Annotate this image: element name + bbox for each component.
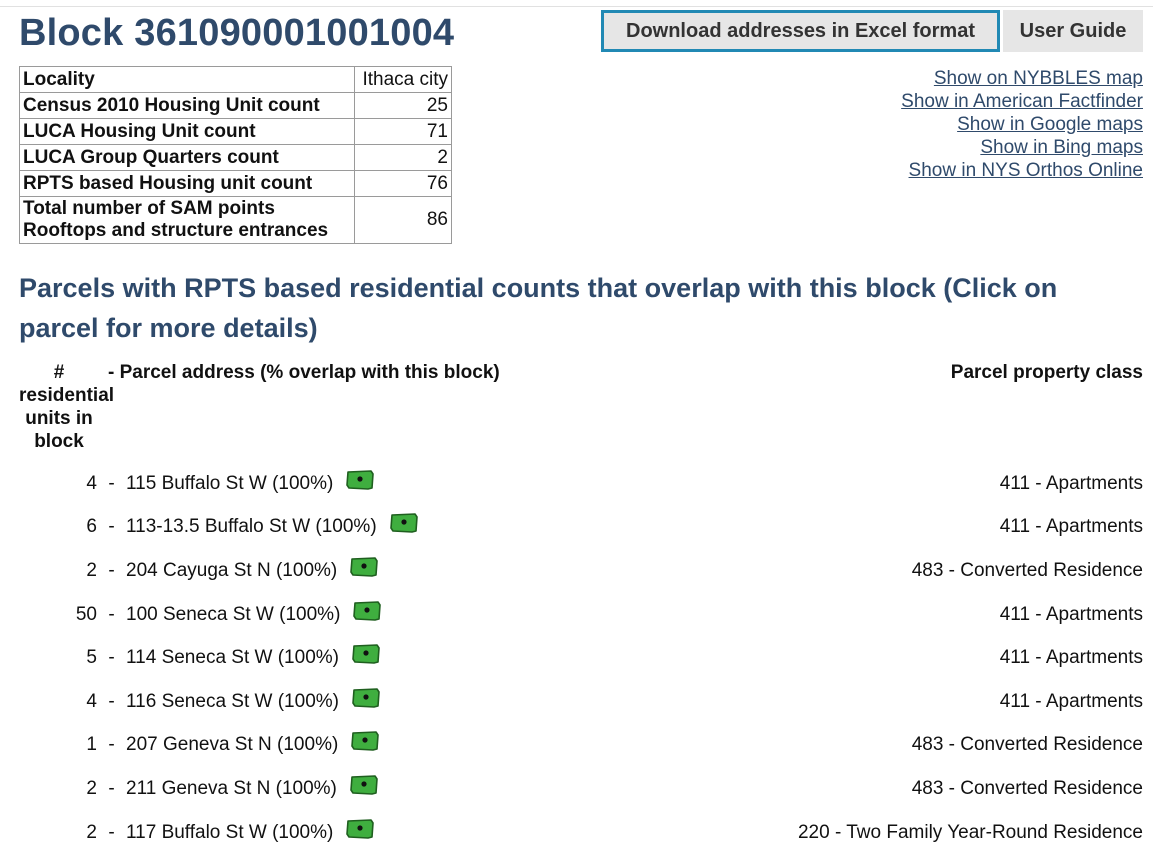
summary-row: Total number of SAM points Rooftops and … xyxy=(19,196,452,244)
parcel-address[interactable]: 113-13.5 Buffalo St W (100%) xyxy=(126,516,377,538)
parcel-property-class: 411 - Apartments xyxy=(999,647,1143,669)
column-header-line: units in xyxy=(25,408,93,429)
summary-value: Ithaca city xyxy=(354,66,452,93)
parcel-address[interactable]: 116 Seneca St W (100%) xyxy=(126,691,339,713)
summary-label: RPTS based Housing unit count xyxy=(19,170,355,197)
separator-dash: - xyxy=(108,647,115,669)
summary-value: 71 xyxy=(354,118,452,145)
top-divider xyxy=(0,6,1153,7)
parcel-row: 5 - 114 Seneca St W (100%) 411 - Apartme… xyxy=(0,636,1153,680)
parcel-map-icon[interactable] xyxy=(350,730,380,752)
page-title: Block 361090001001004 xyxy=(19,12,455,54)
column-header-address: - Parcel address (% overlap with this bl… xyxy=(108,362,500,383)
link-american-factfinder[interactable]: Show in American Factfinder xyxy=(901,90,1143,113)
parcel-units: 4 xyxy=(86,472,97,494)
column-header-units: # residential units in block xyxy=(19,361,115,453)
summary-value: 2 xyxy=(354,144,452,171)
column-header-line: residential xyxy=(19,385,115,406)
link-google-maps[interactable]: Show in Google maps xyxy=(901,113,1143,136)
parcel-units: 5 xyxy=(86,647,97,669)
parcel-address[interactable]: 117 Buffalo St W (100%) xyxy=(126,822,333,844)
column-header-line: # xyxy=(53,362,65,383)
separator-dash: - xyxy=(108,690,115,712)
parcel-address[interactable]: 100 Seneca St W (100%) xyxy=(126,604,340,626)
separator-dash: - xyxy=(108,734,115,756)
parcel-property-class: 483 - Converted Residence xyxy=(911,777,1143,799)
parcel-address[interactable]: 211 Geneva St N (100%) xyxy=(126,778,337,800)
link-nybbles-map[interactable]: Show on NYBBLES map xyxy=(901,67,1143,90)
summary-value: 25 xyxy=(354,92,452,119)
summary-value: 86 xyxy=(354,196,452,244)
parcel-property-class: 411 - Apartments xyxy=(999,472,1143,494)
summary-label-line: Total number of SAM points xyxy=(23,198,275,219)
parcel-row: 1 - 207 Geneva St N (100%) 483 - Convert… xyxy=(0,724,1153,768)
parcel-map-icon[interactable] xyxy=(351,643,381,665)
summary-label: Census 2010 Housing Unit count xyxy=(19,92,355,119)
parcel-row: 2 - 211 Geneva St N (100%) 483 - Convert… xyxy=(0,767,1153,811)
parcel-property-class: 483 - Converted Residence xyxy=(911,559,1143,581)
parcel-map-icon[interactable] xyxy=(345,469,375,491)
summary-label: LUCA Group Quarters count xyxy=(19,144,355,171)
user-guide-button[interactable]: User Guide xyxy=(1003,10,1143,52)
parcel-list: 4 - 115 Buffalo St W (100%) 411 - Apartm… xyxy=(0,462,1153,844)
parcel-property-class: 411 - Apartments xyxy=(999,690,1143,712)
parcel-row: 2 - 117 Buffalo St W (100%) 220 - Two Fa… xyxy=(0,811,1153,844)
parcel-units: 6 xyxy=(86,516,97,538)
separator-dash: - xyxy=(108,559,115,581)
page: Block 361090001001004 Download addresses… xyxy=(0,0,1153,844)
parcel-map-icon[interactable] xyxy=(389,512,419,534)
parcels-heading: Parcels with RPTS based residential coun… xyxy=(19,273,1058,343)
summary-row: LUCA Group Quarters count 2 xyxy=(19,144,452,171)
parcel-row: 6 - 113-13.5 Buffalo St W (100%) 411 - A… xyxy=(0,506,1153,550)
block-summary-table: Locality Ithaca city Census 2010 Housing… xyxy=(19,66,452,244)
parcel-units: 2 xyxy=(86,821,97,843)
parcel-map-icon[interactable] xyxy=(349,556,379,578)
parcel-address[interactable]: 115 Buffalo St W (100%) xyxy=(126,473,333,495)
summary-value: 76 xyxy=(354,170,452,197)
parcel-map-icon[interactable] xyxy=(349,774,379,796)
parcel-units: 4 xyxy=(86,690,97,712)
parcel-property-class: 411 - Apartments xyxy=(999,516,1143,538)
summary-row: Census 2010 Housing Unit count 25 xyxy=(19,92,452,119)
parcel-units: 1 xyxy=(86,734,97,756)
parcel-map-icon[interactable] xyxy=(351,687,381,709)
separator-dash: - xyxy=(108,472,115,494)
parcel-map-icon[interactable] xyxy=(352,600,382,622)
link-nys-orthos[interactable]: Show in NYS Orthos Online xyxy=(901,159,1143,182)
parcel-row: 2 - 204 Cayuga St N (100%) 483 - Convert… xyxy=(0,549,1153,593)
parcel-units: 50 xyxy=(75,603,97,625)
separator-dash: - xyxy=(108,603,115,625)
link-bing-maps[interactable]: Show in Bing maps xyxy=(901,136,1143,159)
parcel-address[interactable]: 114 Seneca St W (100%) xyxy=(126,647,339,669)
summary-label: Total number of SAM points Rooftops and … xyxy=(19,196,355,244)
parcel-row: 50 - 100 Seneca St W (100%) 411 - Apartm… xyxy=(0,593,1153,637)
download-excel-button[interactable]: Download addresses in Excel format xyxy=(601,10,1000,52)
parcel-address[interactable]: 204 Cayuga St N (100%) xyxy=(126,560,337,582)
parcel-row: 4 - 115 Buffalo St W (100%) 411 - Apartm… xyxy=(0,462,1153,506)
summary-label: LUCA Housing Unit count xyxy=(19,118,355,145)
summary-row: LUCA Housing Unit count 71 xyxy=(19,118,452,145)
parcel-row: 4 - 116 Seneca St W (100%) 411 - Apartme… xyxy=(0,680,1153,724)
column-header-property-class: Parcel property class xyxy=(950,362,1143,383)
parcel-units: 2 xyxy=(86,777,97,799)
column-header-line: block xyxy=(34,431,84,452)
parcel-map-icon[interactable] xyxy=(345,818,375,840)
parcel-property-class: 220 - Two Family Year-Round Residence xyxy=(797,821,1143,843)
parcel-property-class: 483 - Converted Residence xyxy=(911,734,1143,756)
summary-label: Locality xyxy=(19,66,355,93)
parcel-property-class: 411 - Apartments xyxy=(999,603,1143,625)
external-links: Show on NYBBLES map Show in American Fac… xyxy=(901,67,1143,182)
separator-dash: - xyxy=(108,516,115,538)
separator-dash: - xyxy=(108,777,115,799)
separator-dash: - xyxy=(108,821,115,843)
summary-row: RPTS based Housing unit count 76 xyxy=(19,170,452,197)
parcel-address[interactable]: 207 Geneva St N (100%) xyxy=(126,734,338,756)
summary-label-line: Rooftops and structure entrances xyxy=(23,220,329,241)
summary-row: Locality Ithaca city xyxy=(19,66,452,93)
parcel-units: 2 xyxy=(86,559,97,581)
